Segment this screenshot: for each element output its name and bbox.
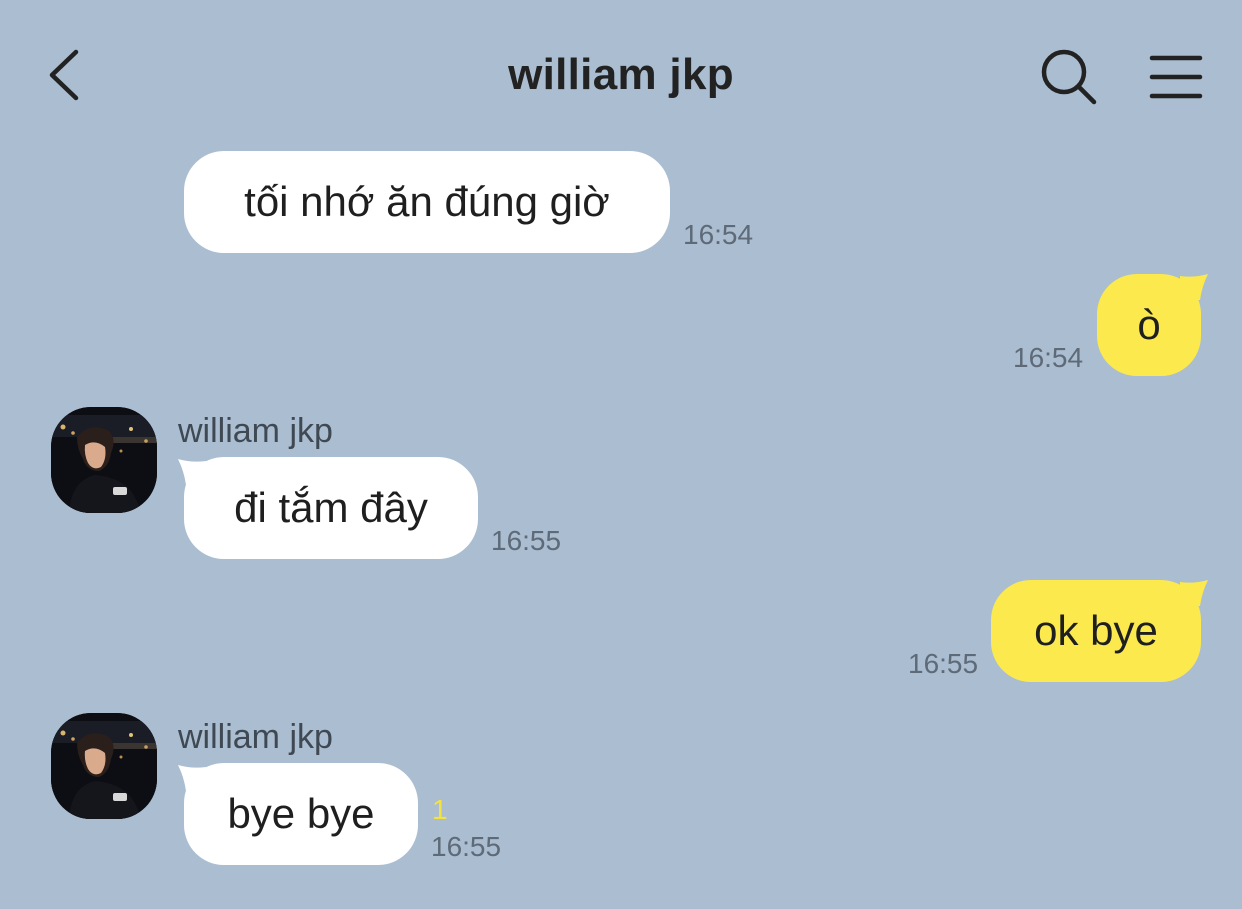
menu-button[interactable] (1146, 50, 1206, 104)
message-text: ò (1137, 301, 1161, 348)
message-timestamp: 16:55 (908, 648, 979, 679)
unread-count-badge: 1 (432, 794, 448, 825)
message-timestamp: 16:54 (1013, 342, 1084, 373)
chat-header: william jkp (0, 0, 1242, 150)
bubble-tail (1180, 580, 1208, 606)
message-bubble-incoming[interactable]: tối nhớ ăn đúng giờ (184, 151, 670, 253)
menu-icon (1149, 55, 1203, 99)
message-timestamp: 16:55 (431, 831, 502, 862)
bubble-tail (1180, 274, 1208, 300)
search-button[interactable] (1036, 44, 1102, 110)
message-text: tối nhớ ăn đúng giờ (244, 178, 610, 225)
message-timestamp: 16:54 (683, 219, 754, 250)
message-text: ok bye (1034, 607, 1158, 654)
avatar[interactable] (51, 407, 157, 513)
back-button[interactable] (40, 40, 100, 110)
search-icon (1041, 49, 1097, 105)
avatar[interactable] (51, 713, 157, 819)
profile-photo (51, 713, 157, 819)
message-text: bye bye (227, 790, 375, 837)
message-bubble-outgoing[interactable]: ok bye (991, 580, 1201, 682)
message-bubble-incoming[interactable]: đi tắm đây (184, 457, 478, 559)
chevron-left-icon (49, 49, 79, 101)
message-timestamp: 16:55 (491, 525, 562, 556)
sender-name: william jkp (178, 412, 333, 450)
sender-name: william jkp (178, 718, 333, 756)
message-text: đi tắm đây (234, 484, 428, 531)
message-bubble-incoming[interactable]: bye bye (184, 763, 418, 865)
profile-photo (51, 407, 157, 513)
